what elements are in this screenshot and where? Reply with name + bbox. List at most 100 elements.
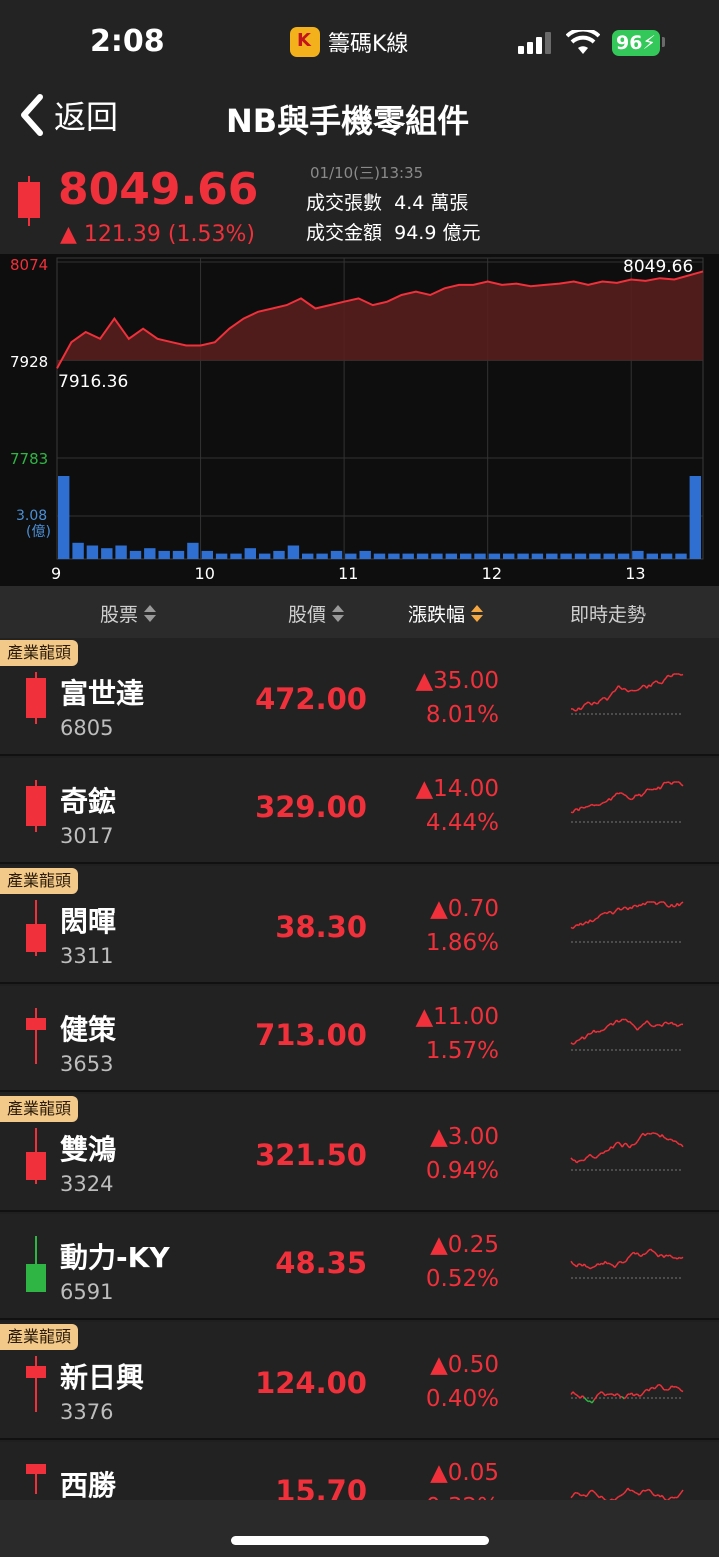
- intraday-chart[interactable]: 8074 7928 7783 7916.36 8049.66 3.08 (億) …: [0, 254, 719, 586]
- header-trend-cell: 即時走勢: [570, 600, 646, 627]
- x-tick-label: 12: [482, 564, 502, 583]
- stock-row[interactable]: 產業龍頭 閎暉 3311 38.30 ▲0.70 1.86%: [0, 866, 719, 984]
- sparkline-segment: [659, 1384, 663, 1388]
- stock-code: 6805: [60, 716, 114, 740]
- sort-by-change[interactable]: 漲跌幅: [408, 600, 484, 627]
- stock-name: 閎暉: [60, 905, 117, 938]
- sparkline-segment: [618, 792, 621, 795]
- volume-bar: [115, 545, 127, 559]
- sparkline-segment: [619, 687, 623, 691]
- stock-price: 329.00: [255, 790, 367, 824]
- sparkline-segment: [583, 1263, 587, 1268]
- sparkline-segment: [671, 1138, 675, 1142]
- stock-row[interactable]: 產業龍頭 新日興 3376 124.00 ▲0.50 0.40%: [0, 1322, 719, 1440]
- sparkline-segment: [593, 1397, 597, 1401]
- sparkline-segment: [678, 781, 682, 785]
- sparkline-segment: [614, 909, 618, 913]
- sparkline-segment: [601, 912, 604, 915]
- sparkline-segment: [585, 1399, 589, 1403]
- status-app: 籌碼K線: [290, 26, 408, 58]
- volume-bar: [187, 542, 199, 559]
- sparkline-segment: [665, 904, 669, 908]
- stock-row[interactable]: 西勝15.70▲0.050.32%: [0, 1442, 719, 1500]
- stock-row[interactable]: 奇鋐 3017 329.00 ▲14.00 4.44%: [0, 758, 719, 864]
- sparkline-segment: [652, 681, 655, 685]
- stock-row[interactable]: 產業龍頭 雙鴻 3324 321.50 ▲3.00 0.94%: [0, 1094, 719, 1212]
- sparkline-segment: [663, 901, 667, 906]
- sparkline-segment: [587, 1266, 591, 1270]
- sparkline-segment: [655, 680, 659, 684]
- sparkline-segment: [633, 1251, 637, 1255]
- sparkline-segment: [572, 925, 576, 930]
- stock-list[interactable]: 產業龍頭 富世達 6805 472.00 ▲35.00 8.01% 奇鋐 3017 329.00…: [0, 638, 719, 1500]
- sparkline-segment: [583, 1397, 587, 1401]
- sparkline-segment: [633, 1490, 636, 1494]
- stock-row[interactable]: 產業龍頭 富世達 6805 472.00 ▲35.00 8.01%: [0, 638, 719, 756]
- sparkline-segment: [600, 1391, 604, 1394]
- sparkline-segment: [595, 917, 598, 920]
- volume-bar: [101, 548, 113, 559]
- volume-bar: [86, 545, 99, 559]
- sparkline-segment: [599, 913, 602, 917]
- volume-bar: [689, 476, 701, 559]
- sparkline-segment: [661, 782, 665, 787]
- sparkline-segment: [585, 1493, 589, 1498]
- sparkline-segment: [597, 1495, 601, 1499]
- volume-bar: [144, 548, 156, 559]
- sparkline-segment: [572, 1263, 576, 1266]
- sparkline-segment: [587, 1490, 591, 1495]
- cellular-signal-icon: [518, 32, 551, 54]
- sparkline-segment: [680, 1389, 684, 1393]
- sparkline-segment: [593, 701, 597, 704]
- sparkline-segment: [574, 1040, 578, 1044]
- sparkline-segment: [595, 1394, 599, 1399]
- volume-bar: [273, 550, 285, 559]
- sparkline-segment: [610, 691, 614, 696]
- volume-bar: [330, 550, 343, 559]
- volume-bar: [603, 553, 615, 559]
- stock-code: 3653: [60, 1052, 114, 1076]
- back-button[interactable]: 返回: [18, 92, 118, 138]
- sparkline-segment: [589, 919, 593, 923]
- sparkline-segment: [614, 1393, 618, 1397]
- sort-by-price[interactable]: 股價: [288, 600, 345, 627]
- home-indicator[interactable]: [231, 1536, 489, 1545]
- stock-code: 3376: [60, 1400, 114, 1424]
- sparkline-segment: [576, 1263, 580, 1268]
- volume-bar: [158, 550, 170, 559]
- sparkline-segment: [619, 1018, 623, 1022]
- sparkline-segment: [680, 901, 684, 905]
- stock-row[interactable]: 動力-KY 6591 48.35 ▲0.25 0.52%: [0, 1214, 719, 1320]
- stock-row[interactable]: 健策 3653 713.00 ▲11.00 1.57%: [0, 986, 719, 1092]
- status-time: 2:08: [90, 24, 165, 59]
- stock-price: 321.50: [255, 1138, 367, 1172]
- stock-change: ▲0.05: [430, 1460, 499, 1486]
- sparkline-segment: [678, 1387, 682, 1392]
- sparkline-segment: [625, 1018, 629, 1023]
- stock-change-percent: 1.57%: [425, 1038, 499, 1064]
- header-price: 股價: [288, 604, 327, 626]
- sparkline-segment: [631, 1023, 635, 1026]
- sort-by-stock[interactable]: 股票: [100, 600, 157, 627]
- sparkline-segment: [617, 1141, 621, 1145]
- sparkline-segment: [642, 1022, 646, 1025]
- sparkline-segment: [680, 1489, 684, 1494]
- x-tick-label: 9: [51, 564, 61, 583]
- sparkline-segment: [606, 911, 610, 915]
- sparkline-segment: [633, 1024, 637, 1029]
- sparkline-segment: [667, 1388, 671, 1391]
- sparkline-segment: [614, 1142, 618, 1146]
- sparkline-segment: [608, 1393, 612, 1396]
- sparkline-segment: [640, 902, 644, 906]
- sparkline-segment: [640, 1023, 644, 1027]
- industry-leader-badge: 產業龍頭: [0, 1324, 79, 1350]
- volume-bar: [560, 553, 572, 559]
- sparkline-segment: [621, 1492, 625, 1496]
- sparkline-segment: [629, 1144, 633, 1149]
- sparkline-chart: [570, 1132, 684, 1171]
- y-label-low: 7783: [10, 450, 48, 468]
- stock-change: ▲0.70: [430, 896, 499, 922]
- sparkline-segment: [581, 923, 585, 926]
- volume-value: 4.4 萬張: [394, 192, 469, 214]
- sparkline-segment: [604, 800, 608, 803]
